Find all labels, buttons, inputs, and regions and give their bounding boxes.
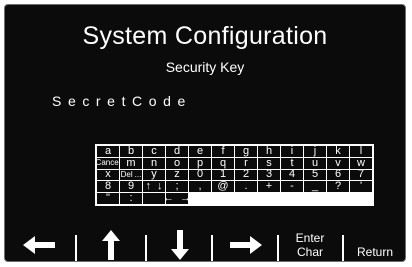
key-question[interactable]: ? <box>327 181 349 192</box>
on-screen-keyboard: a b c d e f g h i j k l Cancel m n o p q… <box>95 144 374 206</box>
softkey-divider <box>342 235 344 261</box>
screen: System Configuration Security Key Secret… <box>4 4 406 262</box>
key-p[interactable]: p <box>189 157 211 169</box>
key-semicolon[interactable]: ; <box>166 181 188 192</box>
key-k[interactable]: k <box>327 146 349 157</box>
key-colon[interactable]: : <box>120 193 142 204</box>
key-3[interactable]: 3 <box>258 169 280 181</box>
key-6[interactable]: 6 <box>327 169 349 181</box>
cursor-left-key[interactable]: ← <box>166 193 174 204</box>
key-u[interactable]: u <box>304 157 326 169</box>
key-a[interactable]: a <box>97 146 119 157</box>
key-space[interactable] <box>143 193 165 204</box>
softkey-right[interactable] <box>215 227 277 261</box>
key-h[interactable]: h <box>258 146 280 157</box>
key-t[interactable]: t <box>281 157 303 169</box>
key-o[interactable]: o <box>166 157 188 169</box>
key-x[interactable]: x <box>97 169 119 181</box>
key-quote[interactable]: " <box>97 193 119 204</box>
key-d[interactable]: d <box>166 146 188 157</box>
enter-char-label: Enter Char <box>295 231 325 259</box>
softkey-down[interactable] <box>149 227 211 261</box>
del-key[interactable]: Del <box>121 170 133 179</box>
key-4[interactable]: 4 <box>281 169 303 181</box>
up-key[interactable]: ↑ <box>146 181 152 192</box>
key-q[interactable]: q <box>212 157 234 169</box>
key-underscore[interactable]: _ <box>304 181 326 192</box>
key-i[interactable]: i <box>281 146 303 157</box>
del-more-keys: Del ... <box>120 169 142 181</box>
key-l[interactable]: l <box>350 146 372 157</box>
arrow-down-icon <box>171 230 189 260</box>
key-9[interactable]: 9 <box>120 181 142 192</box>
key-f[interactable]: f <box>212 146 234 157</box>
key-b[interactable]: b <box>120 146 142 157</box>
key-s[interactable]: s <box>258 157 280 169</box>
softkey-divider <box>75 235 77 261</box>
key-7[interactable]: 7 <box>350 169 372 181</box>
key-e[interactable]: e <box>189 146 211 157</box>
key-comma[interactable]: , <box>189 181 211 192</box>
key-z[interactable]: z <box>166 169 188 181</box>
softkey-left[interactable] <box>5 227 73 261</box>
key-5[interactable]: 5 <box>304 169 326 181</box>
key-j[interactable]: j <box>304 146 326 157</box>
softkey-up[interactable] <box>79 227 143 261</box>
softkey-divider <box>145 235 147 261</box>
key-v[interactable]: v <box>327 157 349 169</box>
cursor-right-key[interactable]: → <box>180 193 188 204</box>
key-y[interactable]: y <box>143 169 165 181</box>
key-at[interactable]: @ <box>212 181 234 192</box>
key-plus[interactable]: + <box>258 181 280 192</box>
key-w[interactable]: w <box>350 157 372 169</box>
key-minus[interactable]: - <box>281 181 303 192</box>
key-c[interactable]: c <box>143 146 165 157</box>
key-m[interactable]: m <box>120 157 142 169</box>
key-2[interactable]: 2 <box>235 169 257 181</box>
left-right-keys: ← → <box>166 193 188 204</box>
cancel-key[interactable]: Cancel <box>97 157 119 169</box>
softkey-bar: Enter Char Return <box>5 227 405 261</box>
more-key[interactable]: ... <box>135 170 142 179</box>
security-key-input[interactable]: SecretCode <box>52 93 192 109</box>
key-apostrophe[interactable]: ' <box>350 181 372 192</box>
key-r[interactable]: r <box>235 157 257 169</box>
up-down-keys: ↑ ↓ <box>143 181 165 192</box>
arrow-up-icon <box>102 230 120 260</box>
return-label: Return <box>356 245 394 259</box>
key-g[interactable]: g <box>235 146 257 157</box>
page-title: System Configuration <box>82 22 328 50</box>
key-8[interactable]: 8 <box>97 181 119 192</box>
page-subtitle: Security Key <box>165 59 245 75</box>
down-key[interactable]: ↓ <box>157 181 163 192</box>
key-period[interactable]: . <box>235 181 257 192</box>
key-1[interactable]: 1 <box>212 169 234 181</box>
key-0[interactable]: 0 <box>189 169 211 181</box>
softkey-divider <box>211 235 213 261</box>
return-button[interactable]: Return <box>345 227 405 261</box>
key-n[interactable]: n <box>143 157 165 169</box>
arrow-left-icon <box>23 236 55 254</box>
enter-char-button[interactable]: Enter Char <box>281 227 339 261</box>
arrow-right-icon <box>230 236 262 254</box>
softkey-divider <box>277 235 279 261</box>
